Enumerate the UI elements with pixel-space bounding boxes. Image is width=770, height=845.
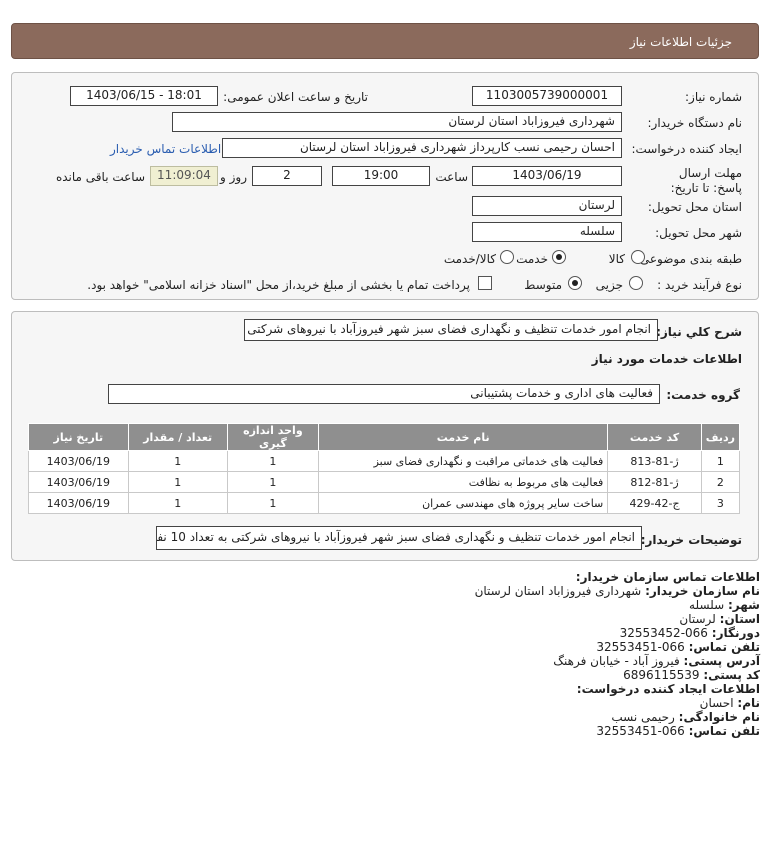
cell-code: ژ-81-813 <box>607 450 702 472</box>
days-label: روز و <box>220 170 247 184</box>
cell-date: 1403/06/19 <box>28 471 129 493</box>
category-radio-goods-service[interactable] <box>500 250 514 264</box>
process-radio-medium[interactable] <box>568 276 582 290</box>
contact-org: نام سازمان خریدار: شهرداری فیروزاباد است… <box>474 584 760 598</box>
category-radio-goods[interactable] <box>631 250 645 264</box>
creator-info-title: اطلاعات ایجاد کننده درخواست: <box>576 682 760 696</box>
deadline-label: مهلت ارسال پاسخ: تا تاریخ: <box>670 166 742 195</box>
cell-code: ج-42-429 <box>607 492 702 514</box>
process-radio-minor[interactable] <box>629 276 643 290</box>
buyer-notes-field: انجام امور خدمات تنظیف و نگهداری فضای سب… <box>156 526 642 550</box>
service-group-label: گروه خدمت: <box>666 388 740 402</box>
creator-name: نام: احسان <box>699 696 760 710</box>
table-row: 1 ژ-81-813 فعالیت های خدماتی مراقبت و نگ… <box>28 450 741 472</box>
cell-date: 1403/06/19 <box>28 450 129 472</box>
contact-info-link[interactable]: اطلاعات تماس خریدار <box>110 142 221 156</box>
creator-family: نام خانوادگی: رحیمی نسب <box>611 710 760 724</box>
services-table: ردیف کد خدمت نام خدمت واحد اندازه گیری ت… <box>28 423 741 514</box>
col-header-date: تاریخ نیاز <box>28 423 129 451</box>
col-header-qty: تعداد / مقدار <box>127 423 228 451</box>
page-title: جزئیات اطلاعات نیاز <box>629 35 732 49</box>
table-header-row: ردیف کد خدمت نام خدمت واحد اندازه گیری ت… <box>28 423 741 451</box>
table-row: 2 ژ-81-812 فعالیت های مربوط به نظافت 1 1… <box>28 471 741 493</box>
city-label: شهر محل تحویل: <box>655 226 742 240</box>
contact-province: استان: لرستان <box>679 612 760 626</box>
need-number-field: 1103005739000001 <box>472 86 622 106</box>
province-label: استان محل تحویل: <box>647 200 742 214</box>
creator-label: ایجاد کننده درخواست: <box>631 142 742 156</box>
remaining-label: ساعت باقی مانده <box>55 170 145 184</box>
cell-row-no: 3 <box>700 492 741 514</box>
deadline-date-field: 1403/06/19 <box>472 166 622 186</box>
contact-city: شهر: سلسله <box>689 598 760 612</box>
cell-qty: 1 <box>127 450 228 472</box>
cell-qty: 1 <box>127 492 228 514</box>
buyer-org-field: شهرداری فیروزاباد استان لرستان <box>172 112 622 132</box>
category-option-goods: کالا <box>608 252 625 266</box>
process-option-minor: جزیی <box>595 278 623 292</box>
cell-unit: 1 <box>226 471 320 493</box>
days-field: 2 <box>252 166 322 186</box>
summary-field: انجام امور خدمات تنظیف و نگهداری فضای سب… <box>244 319 658 341</box>
need-number-label: شماره نیاز: <box>685 90 742 104</box>
summary-label: شرح كلي نياز: <box>656 325 742 339</box>
col-header-unit: واحد اندازه گیری <box>226 423 320 451</box>
process-label: نوع فرآیند خرید : <box>657 278 742 292</box>
cell-qty: 1 <box>127 471 228 493</box>
contact-phone: تلفن تماس: 066-32553451 <box>596 640 760 654</box>
treasury-note: پرداخت تمام یا بخشی از مبلغ خرید،از محل … <box>87 278 470 292</box>
col-header-name: نام خدمت <box>318 423 609 451</box>
buyer-org-label: نام دستگاه خریدار: <box>647 116 743 130</box>
contact-title: اطلاعات تماس سازمان خریدار: <box>575 570 760 584</box>
deadline-time-field: 19:00 <box>332 166 430 186</box>
contact-address: آدرس پستی: فیروز آباد - خیابان فرهنگ <box>553 654 760 668</box>
province-field: لرستان <box>472 196 622 216</box>
cell-row-no: 2 <box>700 471 741 493</box>
creator-phone: تلفن تماس: 066-32553451 <box>596 724 760 738</box>
col-header-code: کد خدمت <box>607 423 702 451</box>
remaining-time-field: 11:09:04 <box>150 166 218 186</box>
service-group-field: فعالیت های اداری و خدمات پشتیبانی <box>108 384 660 404</box>
process-option-medium: متوسط <box>524 278 562 292</box>
cell-row-no: 1 <box>700 450 741 472</box>
buyer-notes-label: توضیحات خریدار: <box>640 533 742 547</box>
cell-name: فعالیت های مربوط به نظافت <box>318 471 609 493</box>
cell-name: فعالیت های خدماتی مراقبت و نگهداری فضای … <box>318 450 609 472</box>
page-header: جزئیات اطلاعات نیاز <box>11 23 759 59</box>
announce-label: تاریخ و ساعت اعلان عمومی: <box>223 90 368 104</box>
category-label: طبقه بندی موضوعی: <box>635 252 742 266</box>
category-option-service: خدمت <box>516 252 548 266</box>
cell-unit: 1 <box>226 492 320 514</box>
contact-fax: دورنگار: 066-32553452 <box>619 626 760 640</box>
deadline-time-label: ساعت <box>435 170 468 184</box>
services-section-title: اطلاعات خدمات مورد نیاز <box>591 352 742 366</box>
table-row: 3 ج-42-429 ساخت سایر پروژه های مهندسی عم… <box>28 492 741 514</box>
city-field: سلسله <box>472 222 622 242</box>
creator-field: احسان رحیمی نسب کارپرداز شهرداری فیروزاب… <box>222 138 622 158</box>
announce-field: 1403/06/15 - 18:01 <box>70 86 218 106</box>
contact-postal: کد پستی: 6896115539 <box>623 668 760 682</box>
cell-name: ساخت سایر پروژه های مهندسی عمران <box>318 492 609 514</box>
cell-date: 1403/06/19 <box>28 492 129 514</box>
category-option-goods-service: کالا/خدمت <box>443 252 496 266</box>
treasury-checkbox[interactable] <box>478 276 492 290</box>
col-header-row-no: ردیف <box>700 423 741 451</box>
cell-code: ژ-81-812 <box>607 471 702 493</box>
cell-unit: 1 <box>226 450 320 472</box>
category-radio-service[interactable] <box>552 250 566 264</box>
